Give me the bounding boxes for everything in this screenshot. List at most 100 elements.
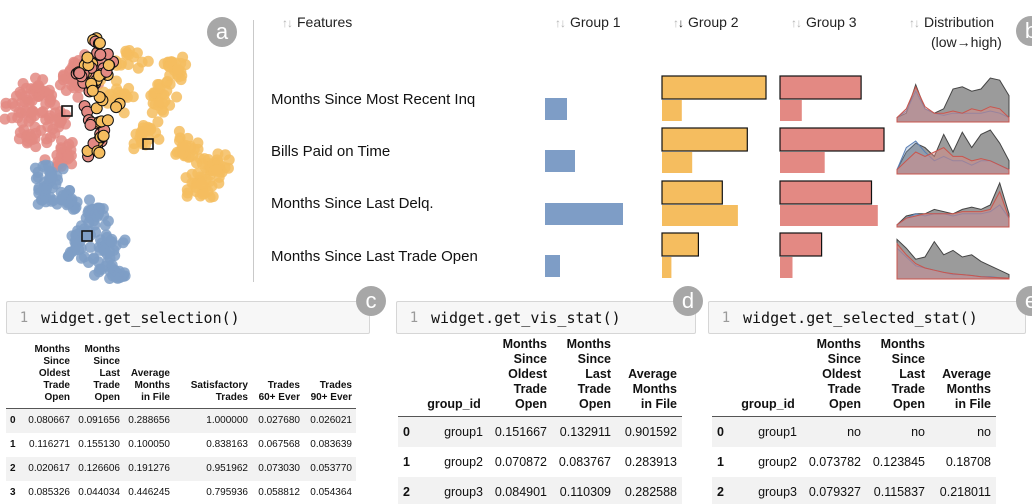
group-bar xyxy=(662,257,672,278)
table-cell: 0.282588 xyxy=(616,476,682,504)
column-header: group_id xyxy=(427,397,481,411)
sort-up-down-icon[interactable]: ↑↓ xyxy=(909,16,920,30)
feature-label[interactable]: Months Since Last Trade Open xyxy=(271,248,478,265)
table-cell: no xyxy=(802,416,866,447)
column-header: Average Months in File xyxy=(942,367,991,411)
table-cell: 0.283913 xyxy=(624,454,677,469)
panel-c-badge: c xyxy=(356,286,386,316)
distribution-area-group1 xyxy=(896,204,1010,228)
selected-scatter-point xyxy=(110,101,123,114)
table-cell: 0.123845 xyxy=(872,454,925,469)
table-cell: 0.083639 xyxy=(310,439,352,450)
group-bar xyxy=(780,205,878,226)
table-cell: 0.079327 xyxy=(802,476,866,504)
scatter-point xyxy=(136,56,148,68)
row-index: 2 xyxy=(712,476,734,504)
scatter-point xyxy=(30,72,41,84)
group3-header[interactable]: ↑↓ Group 3 xyxy=(791,14,857,30)
feature-label[interactable]: Months Since Most Recent Inq xyxy=(271,91,475,108)
code-text[interactable]: widget.get_vis_stat() xyxy=(431,309,621,327)
row-index: 1 xyxy=(10,439,16,450)
table-cell: no xyxy=(866,416,930,447)
column-header xyxy=(6,344,24,409)
table-cell: no xyxy=(930,416,996,447)
selection-bar xyxy=(779,75,862,100)
code-cell-vis-stat[interactable]: 1 widget.get_vis_stat() xyxy=(396,301,696,334)
scatter-point xyxy=(110,271,122,283)
sort-up-down-icon[interactable]: ↑↓ xyxy=(282,16,293,30)
table-cell: 0.053770 xyxy=(304,456,356,481)
column-header: Satisfactory Trades xyxy=(190,380,248,403)
distribution-area-group3 xyxy=(896,147,1010,175)
feature-label[interactable]: Months Since Last Delq. xyxy=(271,195,434,212)
code-cell-selection[interactable]: 1 widget.get_selection() xyxy=(6,301,370,334)
row-index: 1 xyxy=(403,454,410,469)
selection-bar xyxy=(661,232,700,257)
table-cell: 0.151667 xyxy=(488,416,552,447)
scatter-point xyxy=(121,49,133,61)
table-cell: 0.058812 xyxy=(258,487,300,498)
panel-b-badge: b xyxy=(1016,16,1032,46)
scatter-point xyxy=(39,85,51,97)
table-cell: 0.073782 xyxy=(808,454,861,469)
feature-label[interactable]: Bills Paid on Time xyxy=(271,143,390,160)
table-cell: 0.080667 xyxy=(24,408,74,433)
distribution-area-selected xyxy=(896,129,1010,175)
sort-up-down-icon[interactable]: ↑↓ xyxy=(791,16,802,30)
row-index: 0 xyxy=(398,416,420,447)
table-cell: 0.027680 xyxy=(252,408,304,433)
scatter-point xyxy=(196,158,208,170)
group1-bar xyxy=(545,203,623,225)
sort-up-down-icon[interactable]: ↑↓ xyxy=(555,16,566,30)
group2-header[interactable]: ↑↓ Group 2 xyxy=(673,14,739,30)
group-bar xyxy=(780,152,825,173)
scatter-point xyxy=(207,191,219,203)
group1-header[interactable]: ↑↓ Group 1 xyxy=(555,14,621,30)
scatter-point xyxy=(211,164,223,176)
distribution-area-selected xyxy=(896,181,1010,228)
code-text[interactable]: widget.get_selection() xyxy=(41,309,240,327)
distribution-area-selected xyxy=(896,77,1010,123)
table-row: 1 group2 0.073782 0.123845 0.18708 xyxy=(712,447,996,477)
scatter-point xyxy=(86,207,98,219)
scatter-point xyxy=(100,229,112,241)
table-cell: 0.073030 xyxy=(252,456,304,481)
features-header[interactable]: ↑↓ Features xyxy=(282,14,352,30)
distribution-header[interactable]: ↑↓ Distribution xyxy=(909,14,994,30)
column-header xyxy=(712,337,734,417)
table-cell: 0.795936 xyxy=(206,487,248,498)
scatter-point xyxy=(123,82,135,94)
code-cell-selected-stat[interactable]: 1 widget.get_selected_stat() xyxy=(708,301,1026,334)
row-index: 3 xyxy=(10,487,16,498)
distribution-area-group1 xyxy=(896,90,1010,123)
scatter-point xyxy=(57,74,69,86)
scatter-point xyxy=(9,100,21,112)
column-header: Months Since Last Trade Open xyxy=(880,337,925,411)
selection-bar xyxy=(661,75,767,100)
sort-descending-icon[interactable]: ↑↓ xyxy=(673,16,684,30)
scatter-point xyxy=(150,127,162,138)
column-header: group_id xyxy=(741,397,795,411)
scatter-point xyxy=(171,91,183,103)
table-cell: 0.116271 xyxy=(29,439,70,450)
distribution-area-group3 xyxy=(896,242,1010,280)
group-bar xyxy=(662,100,682,121)
column-header: Average Months in File xyxy=(130,368,170,403)
selection-bar xyxy=(779,127,885,152)
table-cell: 0.901592 xyxy=(616,416,682,447)
scatter-point xyxy=(84,241,96,253)
scatter-point xyxy=(41,183,52,194)
scatter-point xyxy=(181,190,193,202)
distribution-subheader: (low→high) xyxy=(931,34,1002,50)
selection-bar xyxy=(779,180,873,205)
table-cell: 0.110309 xyxy=(552,476,616,504)
scatter-point xyxy=(62,250,74,262)
row-index: 2 xyxy=(398,476,420,504)
column-header: Average Months in File xyxy=(628,367,677,411)
panel-divider xyxy=(253,20,254,282)
selected-scatter-point xyxy=(94,48,107,61)
column-header: Months Since Last Trade Open xyxy=(566,337,611,411)
column-header xyxy=(398,337,420,417)
code-text[interactable]: widget.get_selected_stat() xyxy=(743,309,978,327)
row-index: 0 xyxy=(712,416,734,447)
